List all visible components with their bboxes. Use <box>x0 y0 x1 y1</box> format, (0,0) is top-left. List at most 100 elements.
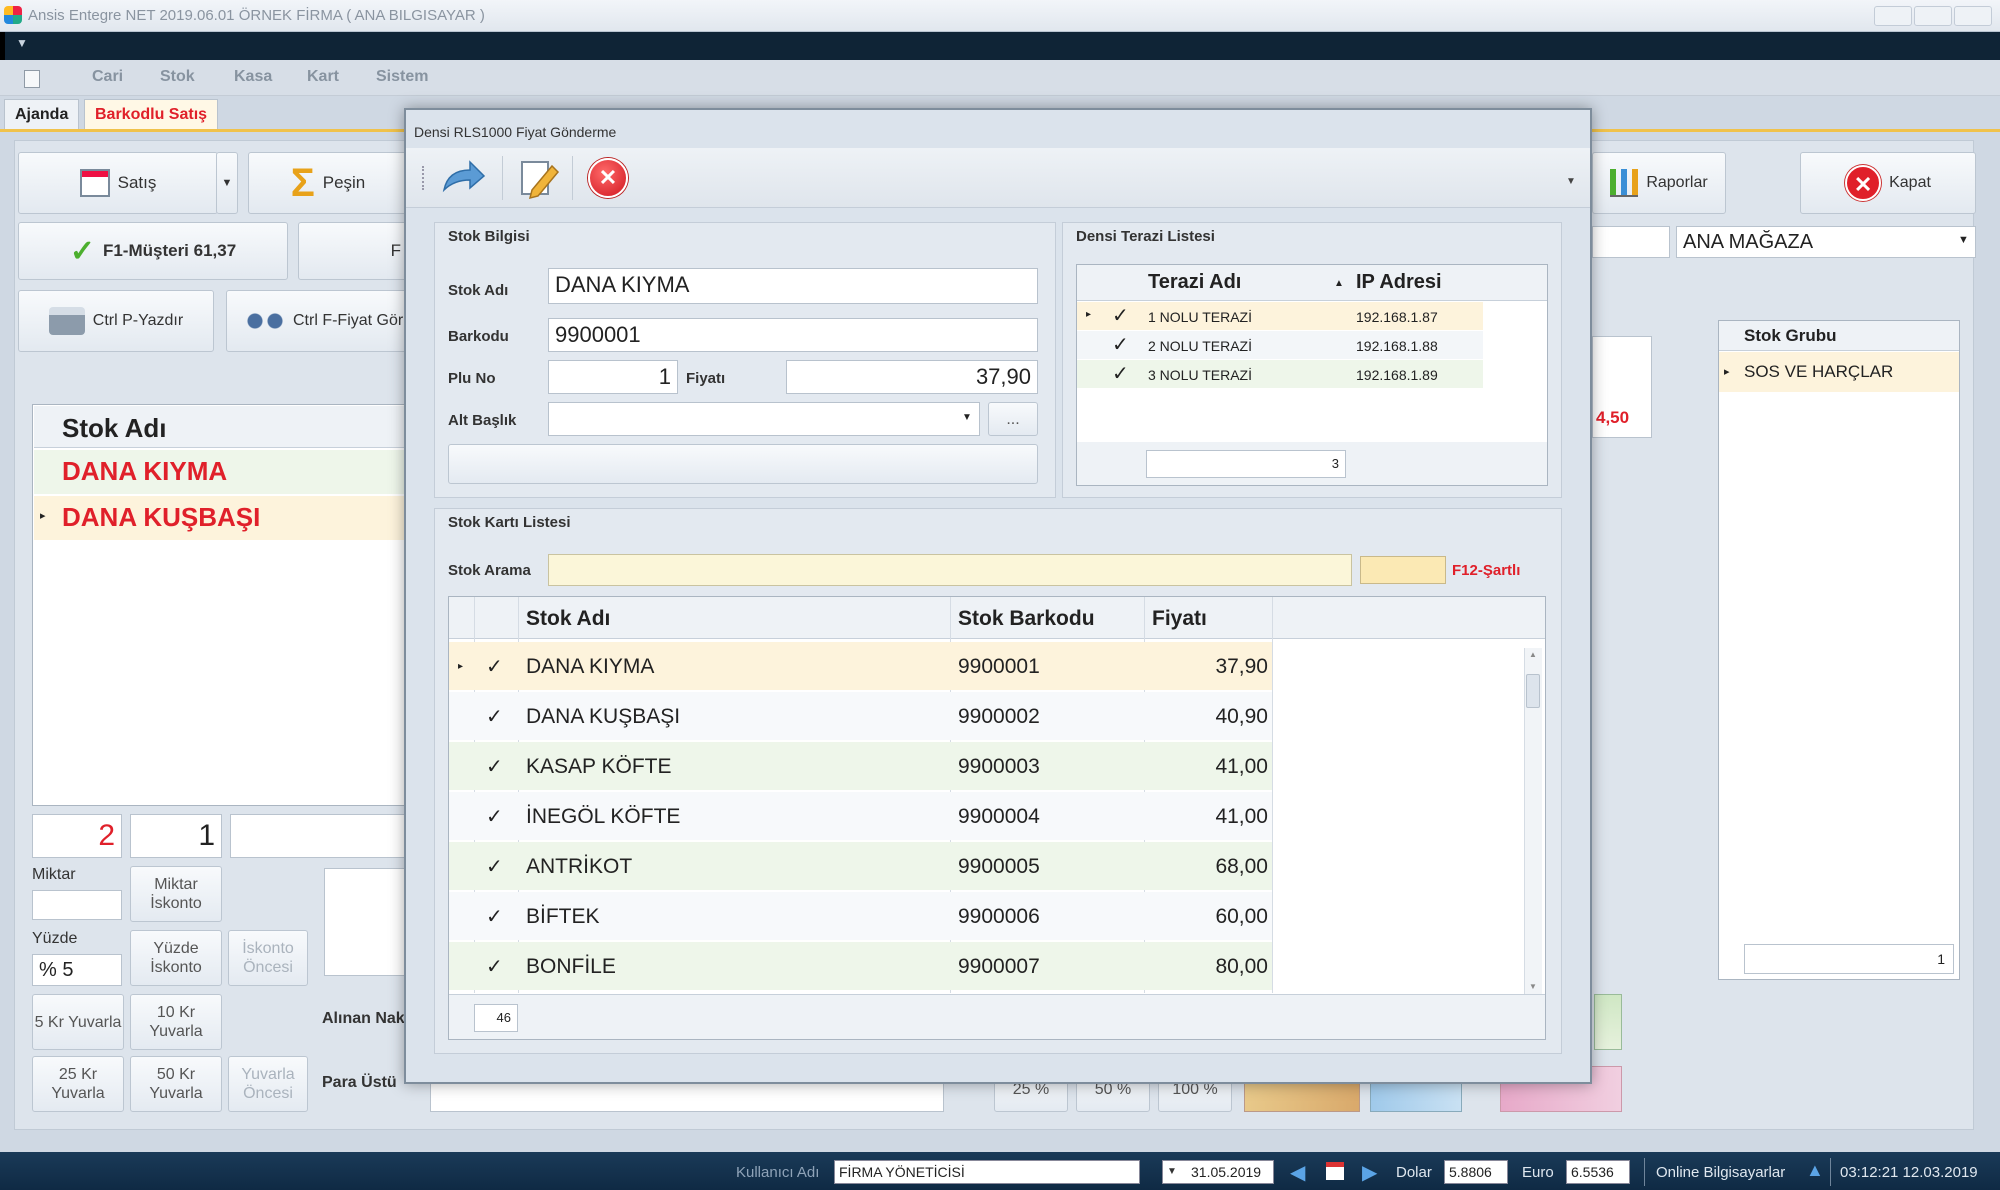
stock-row-check[interactable]: ✓ <box>486 654 503 679</box>
toolbar-separator <box>572 156 573 200</box>
sale-grid-header: Stok Adı <box>62 413 167 443</box>
edit-button[interactable] <box>516 156 562 200</box>
date-field[interactable]: 31.05.2019 <box>1162 1160 1274 1184</box>
miktar-iskonto-button[interactable]: Miktar İskonto <box>130 866 222 922</box>
stock-row-check[interactable]: ✓ <box>486 854 503 879</box>
satis-button[interactable]: Satış <box>18 152 218 214</box>
musteri-button[interactable]: ✓ F1-Müşteri 61,37 <box>18 222 288 280</box>
yuzde-field[interactable]: % 5 <box>32 954 122 986</box>
document-icon[interactable] <box>24 70 40 88</box>
stok-arama-input[interactable] <box>548 554 1352 586</box>
stock-row-check[interactable]: ✓ <box>486 754 503 779</box>
print-button[interactable]: Ctrl P-Yazdır <box>18 290 214 352</box>
online-computers-label[interactable]: Online Bilgisayarlar <box>1656 1164 1785 1181</box>
scale-row-2-check[interactable]: ✓ <box>1112 332 1129 357</box>
stok-adi-input[interactable]: DANA KIYMA <box>548 268 1038 304</box>
qty-field-2[interactable]: 1 <box>130 814 222 858</box>
chevron-down-icon[interactable]: ▼ <box>1958 234 1969 246</box>
yuvarla-25-button[interactable]: 25 Kr Yuvarla <box>32 1056 124 1112</box>
miktar-label: Miktar <box>32 866 76 883</box>
stock-row-name: İNEGÖL KÖFTE <box>526 805 681 828</box>
stock-info-action-bar[interactable] <box>448 444 1038 484</box>
stock-row-check[interactable]: ✓ <box>486 954 503 979</box>
next-date-icon[interactable]: ▶ <box>1362 1160 1377 1185</box>
toolbar-grip <box>422 166 424 190</box>
kapat-button[interactable]: ✕ Kapat <box>1800 152 1976 214</box>
stock-col-name: Stok Adı <box>526 607 611 630</box>
cancel-icon[interactable]: ✕ <box>588 158 628 198</box>
plu-input[interactable]: 1 <box>548 360 678 394</box>
row-pointer-icon: ▸ <box>458 661 464 672</box>
stock-count: 46 <box>474 1004 518 1032</box>
miktar-field[interactable] <box>32 890 122 920</box>
qty-field-1[interactable]: 2 <box>32 814 122 858</box>
printer-icon <box>48 307 85 335</box>
date-dropdown-icon[interactable]: ▼ <box>1167 1166 1177 1177</box>
stock-row-check[interactable]: ✓ <box>486 804 503 829</box>
scale-row-3-check[interactable]: ✓ <box>1112 361 1129 386</box>
scroll-thumb[interactable] <box>1526 674 1540 708</box>
menu-cari[interactable]: Cari <box>92 68 123 86</box>
stock-row-price: 80,00 <box>1215 955 1268 978</box>
toolbar-overflow-icon[interactable]: ▼ <box>1566 176 1576 187</box>
pesin-button[interactable]: Σ Peşin <box>248 152 408 214</box>
fiyat-input[interactable]: 37,90 <box>786 360 1038 394</box>
barcode-field[interactable] <box>230 814 408 858</box>
user-field: FİRMA YÖNETİCİSİ <box>834 1160 1140 1184</box>
status-separator <box>1830 1158 1831 1186</box>
quick-access-dropdown-icon[interactable]: ▼ <box>16 36 28 50</box>
dialog-toolbar <box>406 148 1590 208</box>
stock-row-check[interactable]: ✓ <box>486 704 503 729</box>
stock-group-header: Stok Grubu <box>1744 326 1837 345</box>
send-button[interactable] <box>440 158 486 198</box>
store-select[interactable]: ANA MAĞAZA <box>1676 226 1976 258</box>
chart-icon <box>1610 169 1639 197</box>
yuzde-iskonto-button[interactable]: Yüzde İskonto <box>130 930 222 986</box>
alt-baslik-select[interactable] <box>548 402 980 436</box>
search-option-toggle[interactable] <box>1360 556 1446 584</box>
yuvarla-50-button[interactable]: 50 Kr Yuvarla <box>130 1056 222 1112</box>
f12-sartli-label[interactable]: F12-Şartlı <box>1452 562 1520 579</box>
menu-stok[interactable]: Stok <box>160 68 195 86</box>
sigma-icon: Σ <box>290 160 315 205</box>
scale-list-header: Densi Terazi Listesi <box>1076 228 1215 245</box>
scroll-down-icon[interactable]: ▼ <box>1529 982 1537 991</box>
alt-baslik-ellipsis-button[interactable]: ... <box>988 402 1038 436</box>
yuzde-label: Yüzde <box>32 930 78 947</box>
banknote-20-icon[interactable] <box>1594 994 1622 1050</box>
sale-row-2-name: DANA KUŞBAŞI <box>62 502 261 532</box>
f-button-label: F <box>390 241 401 260</box>
scale-row-1-name: 1 NOLU TERAZİ <box>1148 309 1252 325</box>
tab-ajanda[interactable]: Ajanda <box>4 99 80 129</box>
price-view-button[interactable]: Ctrl F-Fiyat Gör <box>226 290 408 352</box>
scroll-up-icon[interactable]: ▲ <box>1529 650 1537 659</box>
scale-row-1-ip: 192.168.1.87 <box>1356 309 1438 325</box>
satis-dropdown-button[interactable]: ▼ <box>216 152 238 214</box>
f-button[interactable]: F <box>298 222 408 280</box>
secondary-select[interactable] <box>1592 226 1670 258</box>
barkod-label: Barkodu <box>448 328 509 345</box>
menu-sistem[interactable]: Sistem <box>376 68 428 86</box>
upload-arrow-icon[interactable]: ▲ <box>1806 1160 1824 1181</box>
barkod-input[interactable]: 9900001 <box>548 318 1038 352</box>
chevron-down-icon[interactable]: ▼ <box>962 412 972 423</box>
scale-row-1-check[interactable]: ✓ <box>1112 303 1129 328</box>
close-window-button[interactable] <box>1954 6 1992 26</box>
minimize-button[interactable] <box>1874 6 1912 26</box>
prev-date-icon[interactable]: ◀ <box>1290 1160 1305 1185</box>
yuvarla-oncesi-button[interactable]: Yuvarla Öncesi <box>228 1056 308 1112</box>
stok-adi-label: Stok Adı <box>448 282 509 299</box>
reports-button[interactable]: Raporlar <box>1592 152 1726 214</box>
maximize-button[interactable] <box>1914 6 1952 26</box>
check-icon: ✓ <box>69 234 95 268</box>
menu-kasa[interactable]: Kasa <box>234 68 272 86</box>
yuvarla-10-button[interactable]: 10 Kr Yuvarla <box>130 994 222 1050</box>
iskonto-oncesi-button[interactable]: İskonto Öncesi <box>228 930 308 986</box>
tab-barkodlu-satis[interactable]: Barkodlu Satış <box>84 99 219 129</box>
calendar-icon[interactable] <box>1326 1162 1344 1180</box>
sort-asc-icon: ▲ <box>1334 278 1344 289</box>
yuvarla-5-button[interactable]: 5 Kr Yuvarla <box>32 994 124 1050</box>
stock-row-check[interactable]: ✓ <box>486 904 503 929</box>
stock-row-barcode: 9900006 <box>958 905 1040 928</box>
menu-kart[interactable]: Kart <box>307 68 339 86</box>
